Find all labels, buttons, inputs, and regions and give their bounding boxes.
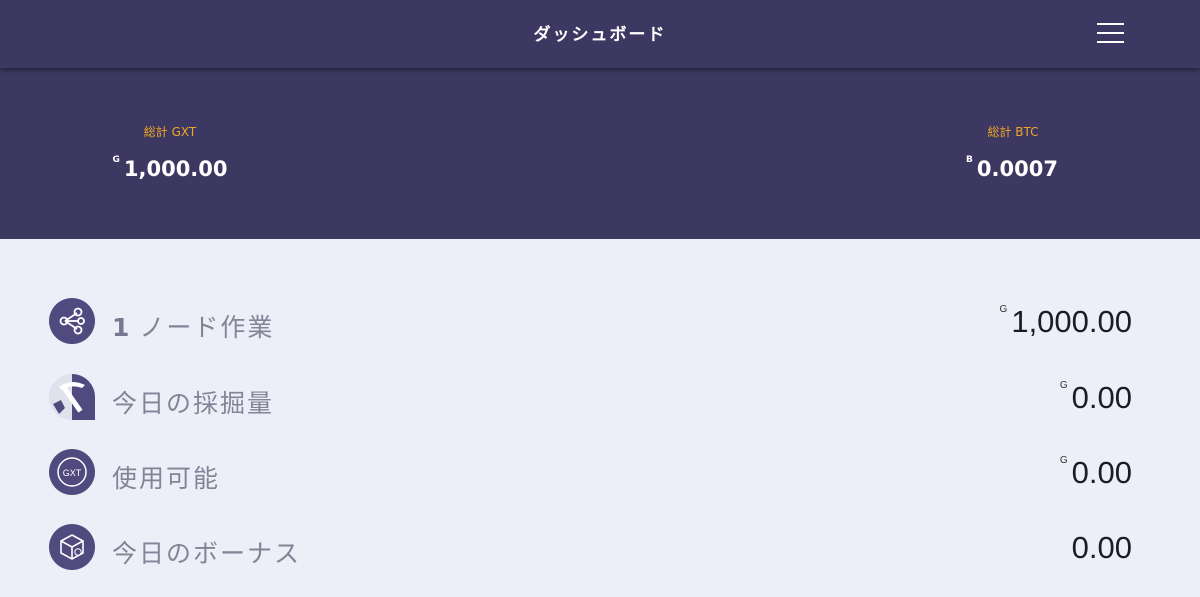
stat-row-today-bonus: 今日のボーナス 0.00 (0, 518, 1200, 578)
stat-row-today-mining: 今日の採掘量 G 0.00 (0, 368, 1200, 428)
total-btc-amount: B 0.0007 (902, 155, 1122, 181)
node-count: 1 (112, 313, 132, 342)
total-gxt-label: 総計 GXT (143, 125, 197, 139)
node-work-value: G 1,000.00 (999, 303, 1132, 339)
total-btc-value: 0.0007 (976, 157, 1058, 181)
stat-row-available: GXT 使用可能 G 0.00 (0, 443, 1200, 503)
today-bonus-value: 0.00 (1071, 530, 1132, 565)
gxt-coin-icon: GXT (49, 449, 95, 495)
btc-currency-symbol: B (966, 155, 973, 165)
top-bar: ダッシュボード (0, 0, 1200, 68)
available-label: 使用可能 (112, 464, 221, 493)
total-gxt-amount: G 1,000.00 (60, 155, 280, 181)
today-bonus-label: 今日のボーナス (112, 539, 302, 568)
svg-text:GXT: GXT (63, 468, 82, 478)
balance-summary: 総計 GXT G 1,000.00 総計 BTC B 0.0007 (0, 68, 1200, 239)
bonus-box-icon (49, 524, 95, 570)
hamburger-menu-icon[interactable] (1094, 20, 1128, 46)
today-mining-value: G 0.00 (1059, 379, 1132, 415)
gxt-currency-symbol: G (112, 155, 120, 165)
total-btc-label: 総計 BTC (987, 125, 1039, 139)
network-nodes-icon (49, 298, 95, 344)
node-work-label: 1 ノード作業 (112, 313, 275, 342)
pickaxe-icon (49, 374, 95, 420)
total-gxt-value: 1,000.00 (123, 157, 228, 181)
page-title: ダッシュボード (533, 25, 667, 45)
today-mining-label: 今日の採掘量 (112, 389, 275, 418)
available-value: G 0.00 (1059, 454, 1132, 490)
stat-row-node-work: 1 ノード作業 G 1,000.00 (0, 292, 1200, 352)
